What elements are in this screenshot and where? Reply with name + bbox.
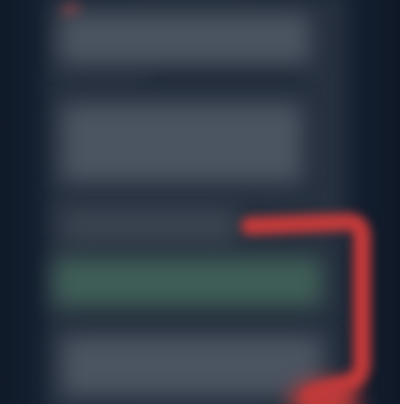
text-block-2 bbox=[62, 104, 302, 182]
red-bracket-annotation bbox=[241, 213, 371, 404]
bracket-stroke bbox=[241, 213, 371, 404]
divider-1 bbox=[150, 76, 300, 82]
blurred-screen bbox=[0, 0, 400, 404]
text-block-3 bbox=[62, 208, 237, 244]
text-block-1 bbox=[60, 14, 310, 64]
